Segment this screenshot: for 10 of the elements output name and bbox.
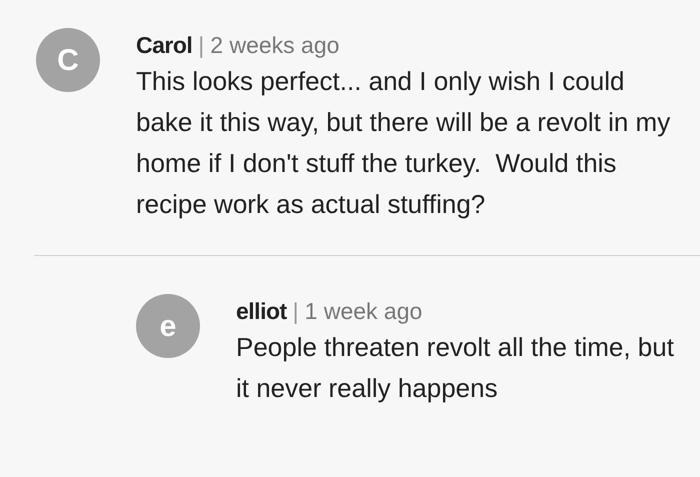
avatar: C [36,28,100,92]
timestamp: 2 weeks ago [210,31,340,60]
separator: | [198,31,204,60]
comment-text: People threaten revolt all the time, but it never really happens [236,331,675,405]
author-name: Carol [136,31,192,60]
separator: | [292,297,299,326]
avatar: e [136,294,200,358]
comment-text: This looks perfect... and I only wish I could bake it this way, but there will be a revolt in my home if I don't stuff the turkey. Would this recipe work as actual stuffing? [136,65,672,221]
timestamp: 1 week ago [304,297,422,326]
author-name: elliot [236,297,287,326]
